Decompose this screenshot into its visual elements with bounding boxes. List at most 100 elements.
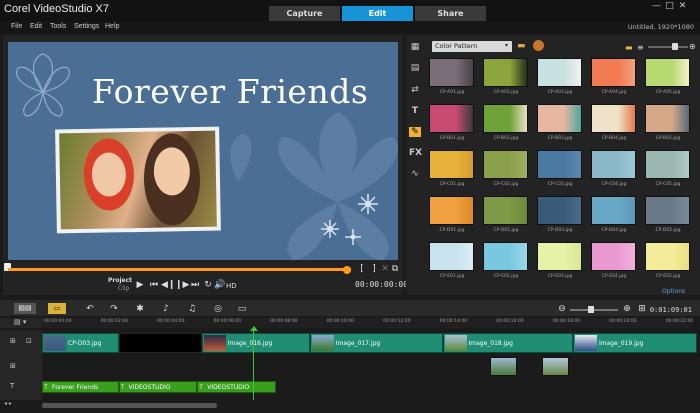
playhead-line[interactable] (253, 328, 254, 400)
tab-edit[interactable]: Edit (342, 6, 413, 21)
library-thumbnail[interactable] (483, 150, 528, 179)
home-icon[interactable]: ⏮ (148, 280, 160, 290)
timeline-scrollbar[interactable] (42, 403, 217, 408)
zoom-in-icon[interactable]: ⊕ (689, 42, 696, 51)
preview-timecode[interactable]: 00:00:00:00 (355, 280, 408, 289)
playhead-marker[interactable] (250, 326, 258, 331)
track-manager-icon[interactable]: ▤ ▾ (14, 318, 26, 326)
storyboard-view-icon[interactable]: ▤▤ (14, 303, 36, 314)
library-thumbnail[interactable] (645, 150, 690, 179)
library-thumbnail[interactable] (645, 242, 690, 271)
subtitle-editor-icon[interactable]: ▭ (236, 304, 248, 314)
zoom-slider-thumb[interactable] (588, 306, 594, 313)
overlay-clip[interactable] (541, 357, 569, 376)
previous-frame-icon[interactable]: ◀❙ (161, 280, 175, 290)
zoom-out-icon[interactable]: ⊖ (557, 304, 567, 314)
tab-share[interactable]: Share (415, 6, 486, 21)
motion-tracking-icon[interactable]: ◎ (212, 304, 224, 314)
library-thumbnail[interactable] (591, 58, 636, 87)
video-track-toggle-icon[interactable]: ⊡ (26, 337, 32, 345)
filter-icon[interactable]: FX (409, 148, 422, 158)
fit-project-icon[interactable]: ⊞ (637, 304, 647, 314)
title-clip[interactable]: VIDEOSTUDIO T (118, 381, 198, 393)
library-thumbnail[interactable] (483, 58, 528, 87)
menu-help[interactable]: Help (105, 23, 119, 30)
split-icon[interactable]: ✕ (380, 264, 390, 274)
tab-capture[interactable]: Capture (269, 6, 340, 21)
library-thumbnail[interactable] (537, 58, 582, 87)
library-thumbnail[interactable] (645, 58, 690, 87)
library-thumbnail[interactable] (483, 196, 528, 225)
repeat-icon[interactable]: ↻ (202, 280, 214, 290)
title-track-icon[interactable]: T (10, 382, 14, 390)
library-thumbnail[interactable] (537, 196, 582, 225)
video-clip[interactable]: Image_018.jpg (442, 333, 573, 353)
project-mode-label[interactable]: Project (108, 277, 132, 284)
maximize-icon[interactable]: □ (664, 1, 675, 11)
library-thumbnail[interactable] (537, 150, 582, 179)
library-thumbnail[interactable] (591, 150, 636, 179)
library-thumbnail[interactable] (429, 242, 474, 271)
library-thumbnail[interactable] (429, 104, 474, 133)
sort-icon[interactable]: ▬ (625, 43, 633, 52)
play-icon[interactable]: ▶ (134, 280, 146, 290)
library-thumbnail[interactable] (591, 196, 636, 225)
video-track-icon[interactable]: ⊞ (10, 337, 16, 345)
timeline-view-icon[interactable]: ▭ (48, 303, 66, 314)
video-clip[interactable] (118, 333, 202, 353)
redo-icon[interactable]: ↷ (108, 304, 120, 314)
copy-icon[interactable]: ⧉ (390, 264, 400, 274)
clip-mode-label[interactable]: Clip (118, 285, 129, 292)
close-icon[interactable]: ✕ (677, 1, 688, 11)
minimize-icon[interactable]: — (651, 1, 662, 11)
path-icon[interactable]: ∿ (409, 169, 421, 179)
video-clip[interactable]: Image_017.jpg (309, 333, 443, 353)
options-button[interactable]: Options (662, 288, 685, 295)
undo-icon[interactable]: ↶ (84, 304, 96, 314)
library-thumbnail[interactable] (537, 242, 582, 271)
menu-file[interactable]: File (11, 23, 22, 30)
library-category-select[interactable]: Color Pattern (432, 41, 512, 52)
import-icon[interactable] (533, 40, 544, 51)
video-clip[interactable]: CP-D03.jpg (42, 333, 119, 353)
library-thumbnail[interactable] (591, 104, 636, 133)
library-thumbnail[interactable] (429, 150, 474, 179)
sound-mixer-icon[interactable]: ♪ (160, 304, 172, 314)
next-frame-icon[interactable]: ❙▶ (175, 280, 189, 290)
title-icon[interactable]: T (409, 106, 421, 116)
list-view-icon[interactable]: ≡ (637, 43, 644, 52)
instant-project-icon[interactable]: ▤ (409, 63, 421, 73)
preview-stage[interactable]: Forever Friends (8, 42, 398, 260)
folder-icon[interactable]: ▬ (517, 41, 526, 51)
title-clip[interactable]: VIDEOSTUDIO T (197, 381, 276, 393)
slider-thumb[interactable] (672, 43, 678, 50)
transition-icon[interactable]: ⇄ (409, 85, 421, 95)
timeline-zoom-slider[interactable] (570, 309, 618, 311)
record-capture-icon[interactable]: ✱ (134, 304, 146, 314)
volume-icon[interactable]: 🔊 (214, 280, 226, 290)
library-thumbnail[interactable] (483, 104, 528, 133)
library-thumbnail[interactable] (537, 104, 582, 133)
mark-out-icon[interactable]: ] (368, 264, 380, 274)
trim-end-handle[interactable] (343, 266, 351, 274)
menu-tools[interactable]: Tools (50, 23, 66, 30)
library-thumbnail[interactable] (645, 104, 690, 133)
title-clip[interactable]: Forever Friends T (42, 381, 119, 393)
library-thumbnail[interactable] (591, 242, 636, 271)
library-thumbnail[interactable] (429, 196, 474, 225)
media-icon[interactable]: ▦ (409, 42, 421, 52)
auto-music-icon[interactable]: ♫ (186, 304, 198, 314)
thumbnail-size-slider[interactable] (648, 46, 688, 48)
hd-preview-label[interactable]: HD (226, 282, 237, 290)
library-thumbnail[interactable] (429, 58, 474, 87)
menu-edit[interactable]: Edit (30, 23, 42, 30)
graphic-icon[interactable]: ✎ (409, 127, 421, 137)
scrubber-bar[interactable] (8, 268, 351, 271)
video-clip[interactable]: Image_016.jpg (201, 333, 310, 353)
zoom-in-timeline-icon[interactable]: ⊕ (622, 304, 632, 314)
overlay-clip[interactable] (489, 357, 517, 376)
end-icon[interactable]: ⏭ (189, 280, 201, 290)
scroll-arrows-icon[interactable]: ◂ ▸ (4, 400, 12, 407)
library-thumbnail[interactable] (645, 196, 690, 225)
mark-in-icon[interactable]: [ (356, 264, 368, 274)
